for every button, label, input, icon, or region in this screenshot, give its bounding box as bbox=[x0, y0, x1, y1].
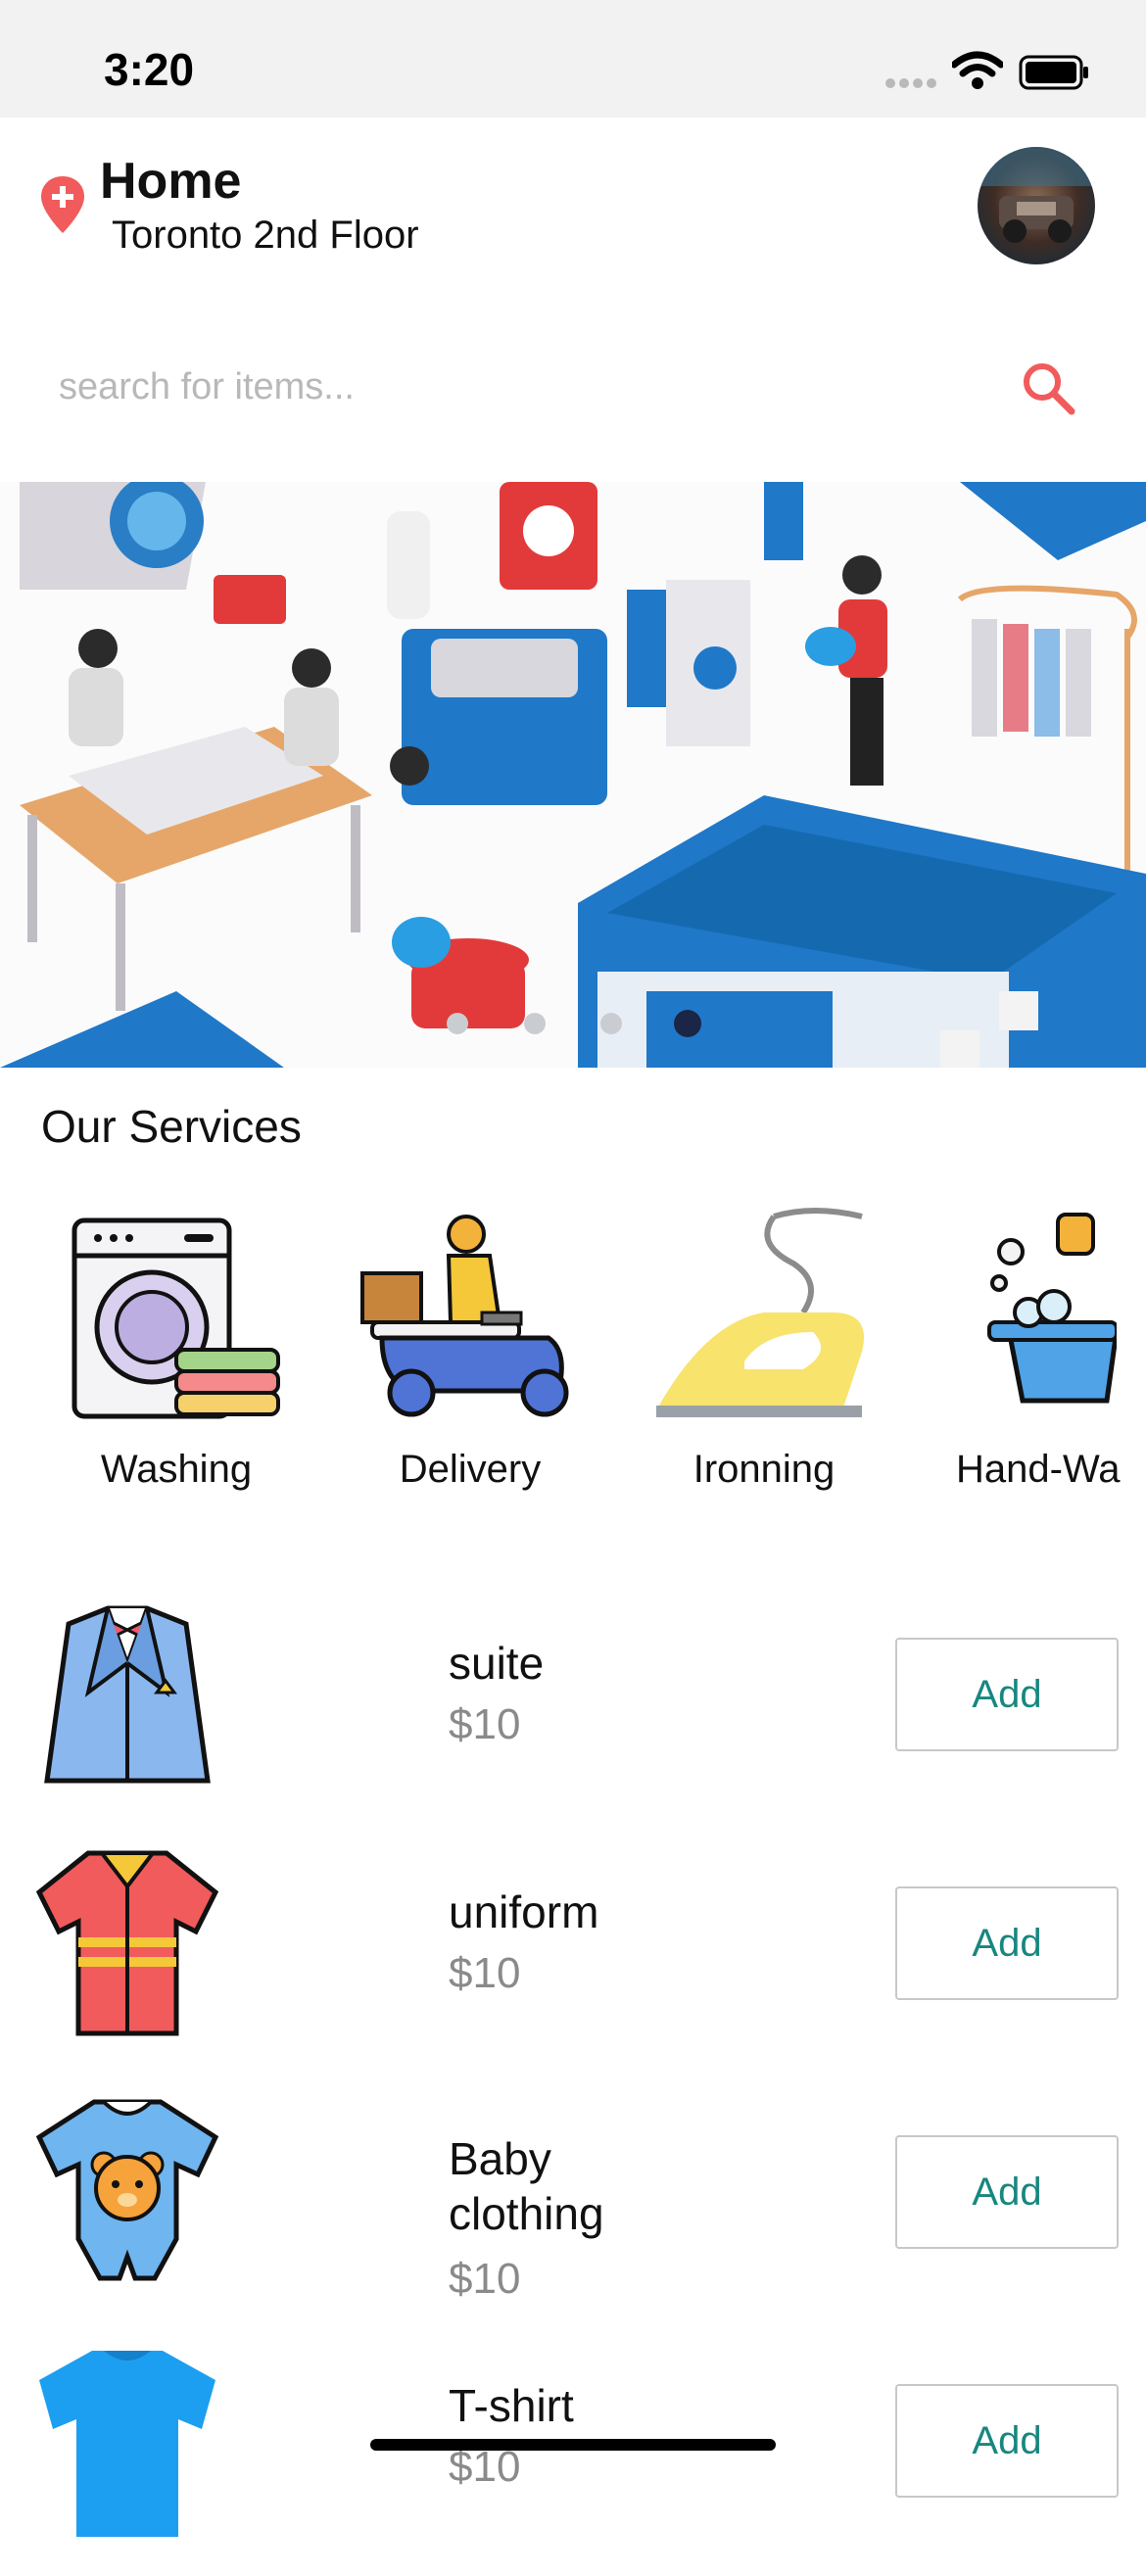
location-pin-icon[interactable] bbox=[39, 174, 86, 235]
home-indicator[interactable] bbox=[370, 2439, 776, 2451]
search-icon[interactable] bbox=[1019, 358, 1077, 417]
item-price: $10 bbox=[449, 1700, 521, 1748]
iron-icon bbox=[656, 1208, 864, 1417]
item-name-line2: clothing bbox=[449, 2188, 604, 2239]
item-name: suite bbox=[449, 1638, 545, 1689]
battery-icon bbox=[1019, 55, 1088, 90]
add-button[interactable]: Add bbox=[895, 2384, 1119, 2498]
add-button[interactable]: Add bbox=[895, 1886, 1119, 2000]
list-item: suite $10 Add bbox=[0, 1595, 1146, 1830]
laundromat-illustration bbox=[0, 482, 1146, 1068]
avatar[interactable] bbox=[978, 147, 1095, 264]
carousel-dot-4[interactable] bbox=[674, 1010, 701, 1037]
service-label: Hand-Wa bbox=[956, 1448, 1121, 1491]
location-title[interactable]: Home bbox=[100, 152, 241, 211]
search-input[interactable] bbox=[39, 348, 1058, 426]
wifi-icon bbox=[952, 51, 1003, 89]
list-item: uniform $10 Add bbox=[0, 1843, 1146, 2078]
item-name-line1: Baby bbox=[449, 2133, 551, 2184]
uniform-icon bbox=[35, 1850, 219, 2036]
washing-machine-icon bbox=[72, 1217, 280, 1419]
service-label: Delivery bbox=[399, 1448, 542, 1491]
tshirt-icon bbox=[39, 2351, 215, 2537]
promo-banner[interactable] bbox=[0, 482, 1146, 1068]
item-name: T-shirt bbox=[449, 2380, 574, 2431]
suit-icon bbox=[44, 1605, 211, 1784]
carousel-dot-2[interactable] bbox=[524, 1013, 546, 1034]
signal-icon bbox=[885, 78, 936, 88]
delivery-scooter-icon bbox=[360, 1215, 569, 1417]
location-subtitle[interactable]: Toronto 2nd Floor bbox=[112, 214, 419, 258]
item-price: $10 bbox=[449, 2255, 521, 2303]
hand-wash-icon bbox=[987, 1213, 1117, 1404]
status-time: 3:20 bbox=[104, 44, 195, 95]
baby-onesie-icon bbox=[35, 2099, 219, 2281]
list-item: Baby clothing $10 Add bbox=[0, 2092, 1146, 2327]
service-label: Ironning bbox=[692, 1448, 836, 1491]
carousel-dot-3[interactable] bbox=[600, 1013, 622, 1034]
list-item: T-shirt $10 Add bbox=[0, 2341, 1146, 2576]
add-button[interactable]: Add bbox=[895, 2135, 1119, 2249]
item-price: $10 bbox=[449, 1949, 521, 1997]
services-title: Our Services bbox=[41, 1101, 302, 1152]
carousel-dot-1[interactable] bbox=[447, 1013, 468, 1034]
service-label: Washing bbox=[100, 1448, 253, 1491]
add-button[interactable]: Add bbox=[895, 1638, 1119, 1751]
item-name: uniform bbox=[449, 1886, 599, 1937]
